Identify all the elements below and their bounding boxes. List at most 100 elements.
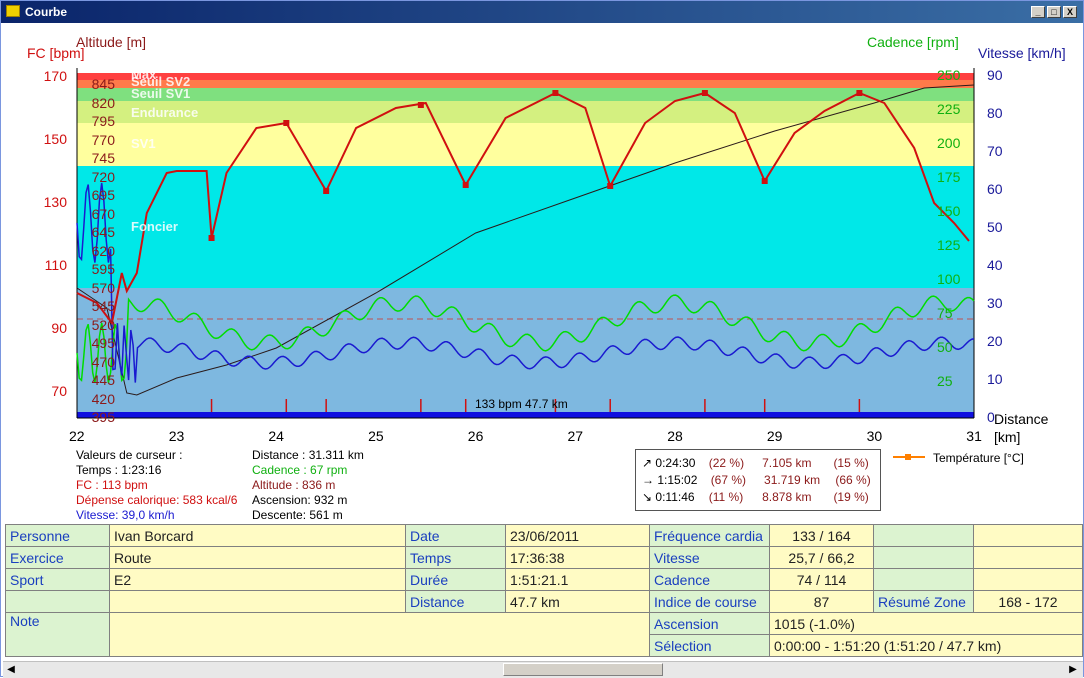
vitesse-tick: 50 [987, 219, 1003, 235]
cadence-tick: 125 [937, 237, 961, 253]
vitesse-label: Vitesse [649, 546, 770, 569]
duree-value[interactable]: 1:51:21.1 [505, 568, 650, 591]
sport-value[interactable]: E2 [109, 568, 406, 591]
scroll-right-icon[interactable]: ▶ [1066, 663, 1080, 676]
scrollbar-thumb[interactable] [503, 663, 663, 676]
chart-area[interactable]: 133 bpm 47.7 km FC [bpm] Altitude [m] Ca… [3, 23, 1083, 523]
slope-dpct: (19 %) [833, 490, 869, 504]
title-bar[interactable]: Courbe _ □ X [1, 1, 1083, 23]
vitesse-value[interactable]: 25,7 / 66,2 [769, 546, 874, 569]
cadence-tick: 250 [937, 67, 961, 83]
selection-value[interactable]: 0:00:00 - 1:51:20 (1:51:20 / 47.7 km) [769, 634, 1083, 657]
slope-row-up: ↗ 0:24:30 (22 %) 7.105 km (15 %) [642, 456, 869, 470]
distance-value[interactable]: 47.7 km [505, 590, 650, 613]
ascension-value[interactable]: 1015 (-1.0%) [769, 612, 1083, 635]
cadence-tick: 100 [937, 271, 961, 287]
cursor-values-left: Valeurs de curseur : Temps : 1:23:16 FC … [76, 448, 256, 523]
cursor-descente: Descente: 561 m [252, 508, 343, 522]
scroll-left-icon[interactable]: ◀ [4, 663, 18, 676]
zone-value[interactable]: 168 - 172 [973, 590, 1083, 613]
slope-dist: 31.719 km [764, 473, 821, 487]
empty-cell [973, 524, 1083, 547]
cadence-tick: 75 [937, 305, 953, 321]
slope-summary-box: ↗ 0:24:30 (22 %) 7.105 km (15 %) → 1:15:… [635, 449, 881, 511]
altitude-tick: 470 [91, 353, 115, 370]
slope-pct: (22 %) [708, 456, 745, 470]
indice-label: Indice de course [649, 590, 770, 613]
distance-axis-label: Distance [994, 411, 1049, 427]
zone-label: Résumé Zone [873, 590, 974, 613]
cursor-distance: Distance : 31.311 km [252, 448, 364, 462]
cursor-calories: Dépense calorique: 583 kcal/6 [76, 493, 238, 507]
distance-axis-unit: [km] [994, 429, 1021, 445]
slope-dist: 7.105 km [762, 456, 812, 470]
vitesse-tick: 20 [987, 333, 1003, 349]
exercice-value[interactable]: Route [109, 546, 406, 569]
arrow-up-icon: ↗ [642, 456, 653, 470]
altitude-tick: 720 [91, 168, 115, 185]
summary-table: Personne Ivan Borcard Date 23/06/2011 Fr… [5, 524, 1083, 662]
fc-tick: 150 [43, 131, 67, 147]
vitesse-axis-label: Vitesse [km/h] [978, 45, 1066, 61]
empty-cell [5, 590, 110, 613]
minimize-button[interactable]: _ [1031, 6, 1045, 18]
ascension-label: Ascension [649, 612, 770, 635]
distance-tick: 31 [966, 428, 982, 444]
zone-label: Seuil SV1 [131, 86, 191, 101]
distance-tick: 23 [168, 428, 185, 444]
exercice-label: Exercice [5, 546, 110, 569]
fc-peak-marker [417, 102, 424, 108]
zone-label: Foncier [131, 219, 178, 234]
slope-dist: 8.878 km [762, 490, 812, 504]
altitude-tick: 570 [91, 279, 115, 296]
cadence-tick: 200 [937, 135, 961, 151]
altitude-tick: 795 [91, 113, 115, 129]
close-button[interactable]: X [1063, 6, 1077, 18]
altitude-tick: 395 [91, 409, 115, 425]
distance-baseline-bar [77, 412, 974, 418]
empty-cell [873, 524, 974, 547]
empty-cell [873, 546, 974, 569]
date-label: Date [405, 524, 506, 547]
temps-value[interactable]: 17:36:38 [505, 546, 650, 569]
horizontal-scrollbar[interactable]: ◀ ▶ [3, 661, 1083, 678]
slope-row-flat: → 1:15:02 (67 %) 31.719 km (66 %) [642, 473, 871, 487]
fc-peak-marker [701, 90, 708, 96]
altitude-tick: 420 [91, 390, 115, 407]
note-value[interactable] [109, 612, 650, 657]
fc-value[interactable]: 133 / 164 [769, 524, 874, 547]
altitude-tick: 670 [91, 205, 115, 222]
temps-label: Temps [405, 546, 506, 569]
personne-value[interactable]: Ivan Borcard [109, 524, 406, 547]
cursor-cadence: Cadence : 67 rpm [252, 463, 348, 477]
altitude-tick: 445 [91, 372, 115, 388]
zone-sv1-band [77, 88, 974, 101]
indice-value[interactable]: 87 [769, 590, 874, 613]
vitesse-tick: 0 [987, 409, 995, 425]
vitesse-tick: 30 [987, 295, 1003, 311]
distance-label: Distance [405, 590, 506, 613]
recovery-band [77, 288, 974, 412]
cadence-tick: 50 [937, 339, 953, 355]
arrow-right-icon: → [642, 473, 654, 487]
distance-tick: 25 [368, 428, 384, 444]
maximize-button[interactable]: □ [1047, 6, 1061, 18]
fc-tick: 70 [51, 383, 67, 399]
vitesse-tick: 10 [987, 371, 1003, 387]
altitude-tick: 595 [91, 261, 115, 277]
altitude-axis-label: Altitude [m] [76, 34, 147, 50]
cursor-altitude: Altitude : 836 m [252, 478, 336, 492]
chart-marker-text: 133 bpm 47.7 km [475, 397, 568, 411]
fc-tick: 90 [51, 320, 67, 336]
cursor-speed: Vitesse: 39,0 km/h [76, 508, 175, 522]
slope-pct: (11 %) [708, 490, 744, 504]
fc-label: Fréquence cardia [649, 524, 770, 547]
slope-time: 1:15:02 [657, 473, 698, 487]
duree-label: Durée [405, 568, 506, 591]
date-value[interactable]: 23/06/2011 [505, 524, 650, 547]
cadence-value[interactable]: 74 / 114 [769, 568, 874, 591]
slope-row-down: ↘ 0:11:46 (11 %) 8.878 km (19 %) [642, 490, 869, 504]
altitude-tick: 645 [91, 224, 115, 240]
vitesse-tick: 80 [987, 105, 1003, 121]
altitude-tick: 520 [91, 316, 115, 333]
